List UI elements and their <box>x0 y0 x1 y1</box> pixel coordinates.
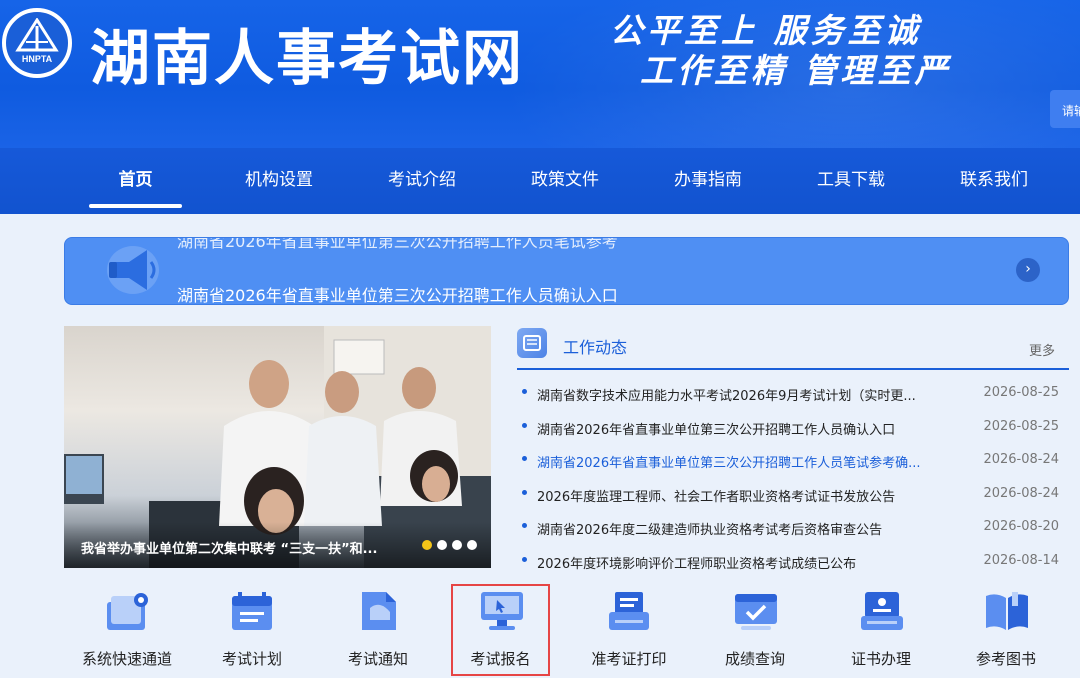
nav-item-contact[interactable]: 联系我们 <box>948 148 1040 214</box>
certificate-icon <box>861 592 903 630</box>
bullet-icon <box>522 489 527 495</box>
quick-link-label: 考试报名 <box>470 650 531 668</box>
news-item-date: 2026-08-25 <box>983 385 1059 400</box>
news-item-date: 2026-08-25 <box>983 418 1059 434</box>
quick-link-certificate[interactable]: 证书办理 <box>816 586 946 678</box>
quick-link-exam-plan[interactable]: 考试计划 <box>187 586 317 678</box>
monitor-icon <box>481 592 523 630</box>
quick-link-label: 系统快速通道 <box>81 650 172 668</box>
news-item-date: 2026-08-24 <box>983 452 1059 467</box>
news-item-title[interactable]: 湖南省2026年省直事业单位第三次公开招聘工作人员笔试参考确... <box>537 452 937 471</box>
carousel-caption[interactable]: 我省举办事业单位第二次集中联考 “三支一扶”和... <box>81 538 411 557</box>
carousel-dot[interactable] <box>422 540 432 550</box>
notice-text-prev[interactable]: 湖南省2026年省直事业单位第三次公开招聘工作人员笔试参考 <box>177 238 618 252</box>
gear-folder-icon <box>107 593 148 630</box>
news-item[interactable]: 湖南省数字技术应用能力水平考试2026年9月考试计划（实时更... 2026-0… <box>522 380 1067 414</box>
news-item[interactable]: 湖南省2026年度二级建造师执业资格考试考后资格审查公告 2026-08-20 <box>522 514 1067 548</box>
site-title[interactable]: 湖南人事考试网 <box>90 10 524 97</box>
news-section-title: 工作动态 <box>563 338 628 357</box>
main-nav: 首页 机构设置 考试介绍 政策文件 办事指南 工具下载 联系我们 <box>0 148 1080 214</box>
notice-bar: 湖南省2026年省直事业单位第三次公开招聘工作人员笔试参考 湖南省2026年省直… <box>64 237 1069 305</box>
news-list: 湖南省数字技术应用能力水平考试2026年9月考试计划（实时更... 2026-0… <box>522 380 1067 581</box>
nav-item-exam-intro[interactable]: 考试介绍 <box>376 148 468 214</box>
megaphone-icon <box>107 246 159 294</box>
news-item-date: 2026-08-20 <box>983 519 1059 534</box>
nav-item-home[interactable]: 首页 <box>89 148 182 214</box>
news-more-link[interactable]: 更多 <box>1029 340 1055 359</box>
quick-link-label: 考试计划 <box>221 650 282 668</box>
book-icon <box>986 592 1028 630</box>
site-logo[interactable]: HNPTA <box>2 8 72 78</box>
quick-link-label: 准考证打印 <box>591 650 667 668</box>
bullet-icon <box>522 556 527 562</box>
quick-link-exam-registration[interactable]: 考试报名 <box>451 584 550 676</box>
bullet-icon <box>522 389 527 394</box>
quick-link-label: 成绩查询 <box>724 650 785 668</box>
carousel-dot[interactable] <box>437 540 447 550</box>
news-item-title[interactable]: 湖南省2026年度二级建造师执业资格考试考后资格审查公告 <box>537 519 937 538</box>
news-item[interactable]: 湖南省2026年省直事业单位第三次公开招聘工作人员笔试参考确... 2026-0… <box>522 447 1067 481</box>
nav-item-policy[interactable]: 政策文件 <box>519 148 611 214</box>
nav-item-guide[interactable]: 办事指南 <box>662 148 754 214</box>
quick-link-score-query[interactable]: 成绩查询 <box>690 586 820 678</box>
logo-text: HNPTA <box>21 54 53 64</box>
news-item-date: 2026-08-24 <box>983 485 1059 501</box>
carousel-dot[interactable] <box>467 540 477 550</box>
quick-link-exam-notice[interactable]: 考试通知 <box>313 586 443 678</box>
news-item-title[interactable]: 2026年度环境影响评价工程师职业资格考试成绩已公布 <box>537 553 937 572</box>
news-item-date: 2026-08-14 <box>983 552 1059 568</box>
quick-link-reference-books[interactable]: 参考图书 <box>941 586 1071 678</box>
carousel-dots <box>422 535 482 554</box>
document-icon <box>362 592 396 630</box>
news-item[interactable]: 湖南省2026年省直事业单位第三次公开招聘工作人员确认入口 2026-08-25 <box>522 414 1067 448</box>
news-item-title[interactable]: 湖南省2026年省直事业单位第三次公开招聘工作人员确认入口 <box>537 419 937 438</box>
quick-link-system-channel[interactable]: 系统快速通道 <box>62 586 192 678</box>
quick-link-label: 证书办理 <box>850 650 911 668</box>
notice-text-current[interactable]: 湖南省2026年省直事业单位第三次公开招聘工作人员确认入口 <box>177 282 618 304</box>
carousel-dot[interactable] <box>452 540 462 550</box>
slogan-line-2: 工作至精 管理至严 <box>640 51 952 90</box>
nav-item-organization[interactable]: 机构设置 <box>233 148 325 214</box>
bullet-icon <box>522 456 527 461</box>
news-item-title[interactable]: 湖南省数字技术应用能力水平考试2026年9月考试计划（实时更... <box>537 385 937 404</box>
nav-item-downloads[interactable]: 工具下载 <box>805 148 897 214</box>
bullet-icon <box>522 422 527 428</box>
search-input[interactable]: 请输 <box>1050 90 1080 128</box>
news-item[interactable]: 2026年度监理工程师、社会工作者职业资格考试证书发放公告 2026-08-24 <box>522 481 1067 515</box>
news-item[interactable]: 2026年度环境影响评价工程师职业资格考试成绩已公布 2026-08-14 <box>522 548 1067 582</box>
news-carousel[interactable]: 我省举办事业单位第二次集中联考 “三支一扶”和... <box>64 326 491 568</box>
bullet-icon <box>522 523 527 528</box>
quick-link-label: 参考图书 <box>975 650 1036 668</box>
quick-link-admission-ticket[interactable]: 准考证打印 <box>564 586 694 678</box>
calendar-icon <box>232 592 272 630</box>
news-item-title[interactable]: 2026年度监理工程师、社会工作者职业资格考试证书发放公告 <box>537 486 937 505</box>
news-section-header: 工作动态 更多 <box>517 326 1069 370</box>
logo-tower-icon <box>15 18 59 52</box>
newspaper-icon <box>517 328 547 358</box>
chevron-right-icon[interactable]: › <box>1016 258 1040 282</box>
quick-link-label: 考试通知 <box>347 650 408 668</box>
check-screen-icon <box>735 594 777 630</box>
printer-doc-icon <box>609 592 649 630</box>
site-header: HNPTA 湖南人事考试网 公平至上 服务至诚 工作至精 管理至严 请输 <box>0 0 1080 148</box>
